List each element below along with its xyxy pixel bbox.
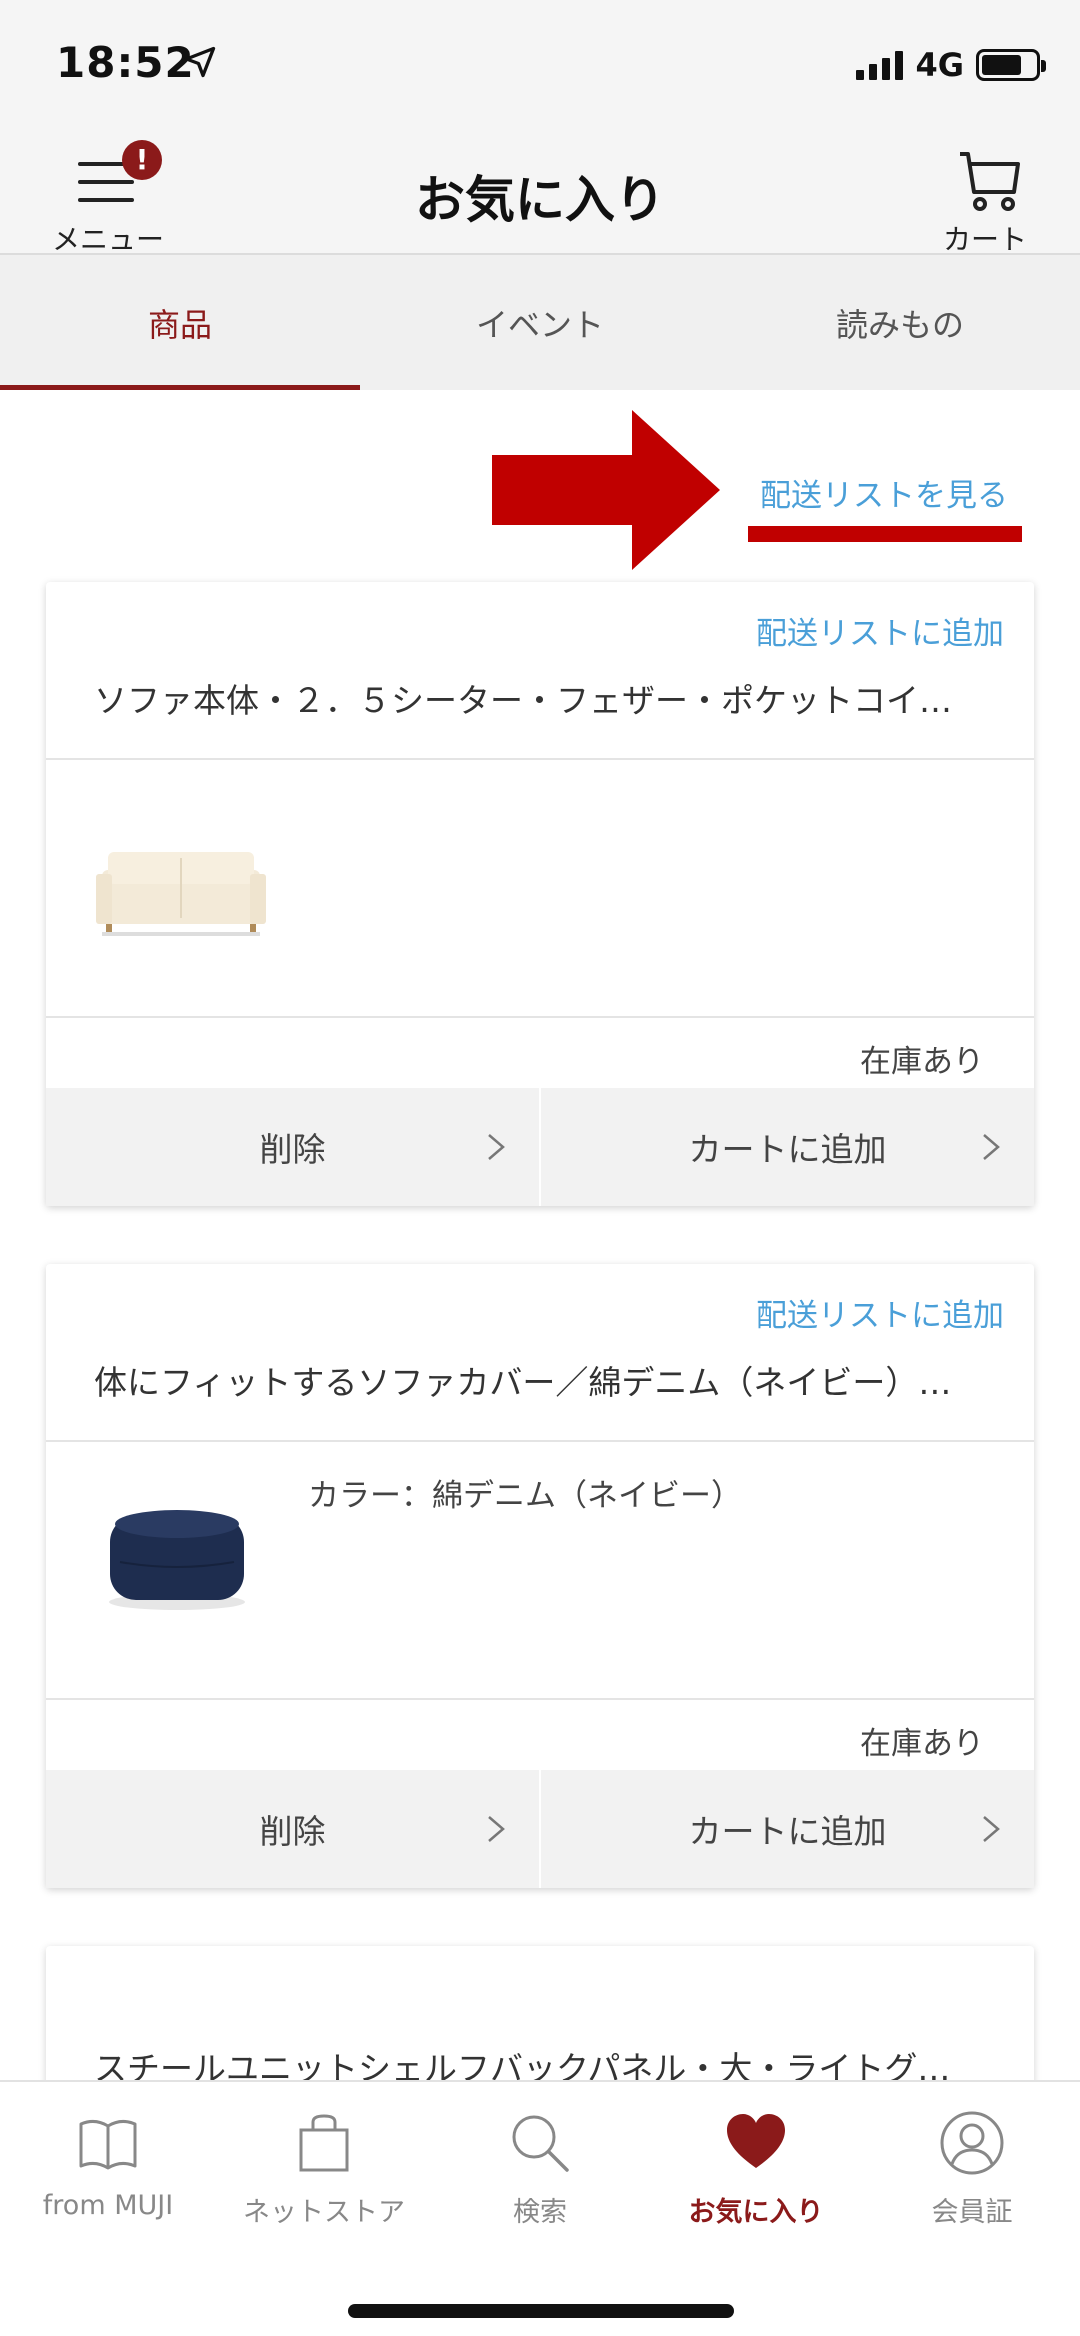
tab-products[interactable]: 商品 xyxy=(0,255,360,390)
annotation-underline xyxy=(748,526,1022,542)
nav-label: 検索 xyxy=(513,2197,567,2228)
denim-cushion-image[interactable] xyxy=(102,1502,252,1612)
favorite-item-card: スチールユニットシェルフバックパネル・大・ライトグ… xyxy=(46,1946,1034,2080)
location-arrow-icon xyxy=(184,46,216,78)
status-indicators: 4G xyxy=(856,46,1046,84)
add-to-cart-label: カートに追加 xyxy=(688,1130,887,1169)
favorite-item-card: 配送リストに追加 体にフィットするソファカバー／綿デニム（ネイビー）… カラー：… xyxy=(46,1264,1034,1888)
home-indicator[interactable] xyxy=(348,2304,734,2318)
add-to-cart-button[interactable]: カートに追加 xyxy=(541,1088,1034,1206)
cart-label: カート xyxy=(942,223,1027,256)
signal-icon xyxy=(856,50,904,80)
search-icon xyxy=(512,2115,569,2172)
delete-label: 削除 xyxy=(259,1812,326,1851)
member-icon xyxy=(940,2111,1004,2175)
bottom-navigation: from MUJI ネットストア 検索 お気に入り 会員証 xyxy=(0,2080,1080,2336)
tab-events[interactable]: イベント xyxy=(360,255,720,390)
add-to-cart-button[interactable]: カートに追加 xyxy=(541,1770,1034,1888)
annotation-arrow xyxy=(492,410,720,570)
stock-status: 在庫あり xyxy=(860,1044,984,1080)
nav-search[interactable]: 検索 xyxy=(432,2110,648,2229)
view-shipping-list-link[interactable]: 配送リストを見る xyxy=(760,470,1008,515)
add-to-shipping-link[interactable]: 配送リストに追加 xyxy=(756,1290,1004,1335)
nav-label: ネットストア xyxy=(243,2197,405,2228)
status-bar: 18:52 4G xyxy=(0,0,1080,130)
chevron-right-icon xyxy=(983,1816,1000,1842)
stock-status: 在庫あり xyxy=(860,1726,984,1762)
nav-net-store[interactable]: ネットストア xyxy=(216,2110,432,2229)
shopping-bag-icon xyxy=(299,2114,349,2172)
nav-label: from MUJI xyxy=(42,2190,174,2221)
nav-label: お気に入り xyxy=(688,2197,824,2228)
chevron-right-icon xyxy=(488,1816,505,1842)
nav-label: 会員証 xyxy=(931,2197,1013,2228)
item-title[interactable]: 体にフィットするソファカバー／綿デニム（ネイビー）… xyxy=(94,1356,1006,1404)
favorites-list: 配送リストを見る 配送リストに追加 ソファ本体・２．５シーター・フェザー・ポケッ… xyxy=(0,390,1080,2080)
app-header: ! メニュー お気に入り カート xyxy=(0,130,1080,256)
nav-favorites[interactable]: お気に入り xyxy=(648,2110,864,2229)
cart-button[interactable]: カート xyxy=(930,140,1040,256)
favorite-item-card: 配送リストに追加 ソファ本体・２．５シーター・フェザー・ポケットコイ… 在庫あり… xyxy=(46,582,1034,1206)
tab-readings[interactable]: 読みもの xyxy=(720,255,1080,390)
add-to-cart-label: カートに追加 xyxy=(688,1812,887,1851)
nav-from-muji[interactable]: from MUJI xyxy=(0,2110,216,2221)
heart-icon xyxy=(727,2114,785,2168)
chevron-right-icon xyxy=(488,1134,505,1160)
status-time: 18:52 xyxy=(56,38,195,87)
page-title: お気に入り xyxy=(415,171,665,229)
book-icon xyxy=(79,2119,137,2170)
network-type: 4G xyxy=(915,46,964,84)
delete-label: 削除 xyxy=(259,1130,326,1169)
item-variant: カラー：綿デニム（ネイビー） xyxy=(308,1478,742,1514)
chevron-right-icon xyxy=(983,1134,1000,1160)
battery-icon xyxy=(976,49,1046,81)
item-title[interactable]: ソファ本体・２．５シーター・フェザー・ポケットコイ… xyxy=(94,674,1006,722)
nav-member-card[interactable]: 会員証 xyxy=(864,2110,1080,2229)
tab-bar: 商品 イベント 読みもの xyxy=(0,255,1080,390)
delete-button[interactable]: 削除 xyxy=(46,1088,541,1206)
delete-button[interactable]: 削除 xyxy=(46,1770,541,1888)
cart-icon xyxy=(960,152,1020,211)
sofa-image[interactable] xyxy=(96,848,266,938)
add-to-shipping-link[interactable]: 配送リストに追加 xyxy=(756,608,1004,653)
item-title[interactable]: スチールユニットシェルフバックパネル・大・ライトグ… xyxy=(94,2042,1006,2080)
